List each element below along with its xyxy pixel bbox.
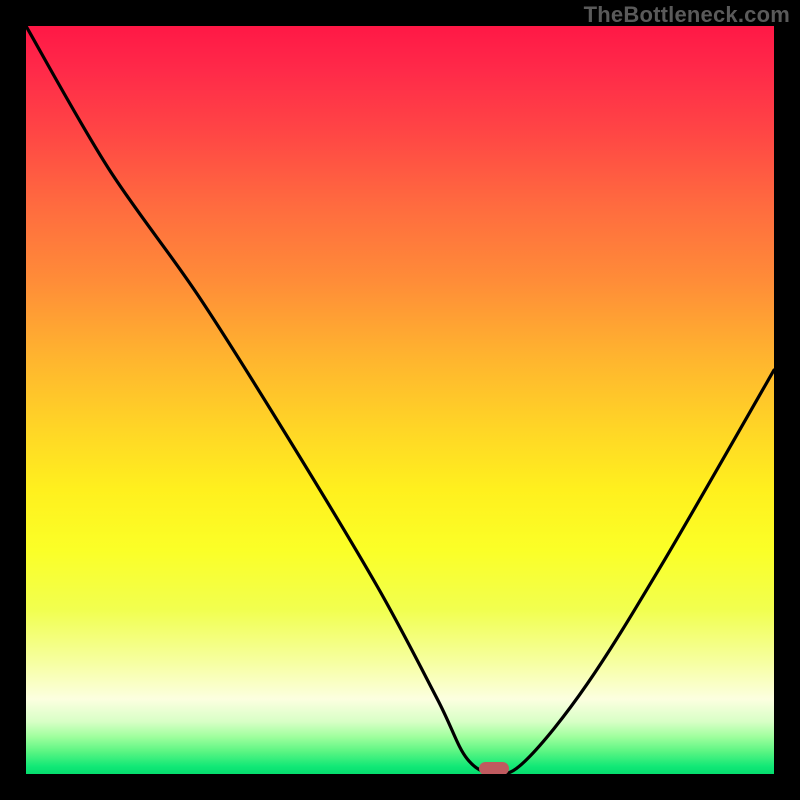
plot-area [26, 26, 774, 774]
watermark-text: TheBottleneck.com [584, 2, 790, 28]
minimum-marker [479, 762, 509, 774]
bottleneck-curve [26, 26, 774, 774]
curve-path [26, 26, 774, 774]
chart-frame: TheBottleneck.com [0, 0, 800, 800]
